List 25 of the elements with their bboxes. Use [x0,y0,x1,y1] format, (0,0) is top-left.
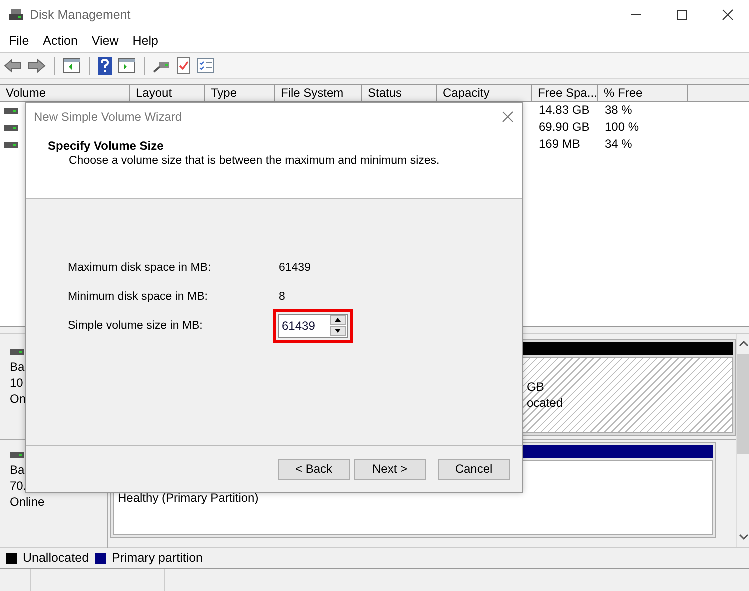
wizard-description: Choose a volume size that is between the maximum and minimum sizes. [68,155,441,167]
legend-label: Unallocated [23,551,90,565]
table-cell: 100 % [605,120,640,134]
disk-info-text: Ba [10,359,26,375]
field-value: 8 [279,290,286,302]
field-label: Minimum disk space in MB: [68,290,209,302]
partition-text: GB [527,379,546,395]
field-label: Simple volume size in MB: [68,320,204,332]
partition-text: Healthy (Primary Partition) [118,490,260,506]
field-value: 61439 [279,262,311,274]
disk-info-text: Ba [10,462,26,478]
disk-info-text: 10 [10,375,24,391]
table-cell: 34 % [605,137,632,151]
window-title: Disk Management [30,8,131,22]
legend-label: Primary partition [112,551,204,565]
table-cell: 169 MB [539,137,580,151]
dialog-title: New Simple Volume Wizard [34,110,182,124]
field-label: Maximum disk space in MB: [68,262,212,274]
table-cell: 14.83 GB [539,103,590,117]
wizard-heading: Specify Volume Size [48,139,165,153]
table-cell: 38 % [605,103,632,117]
partition-text: ocated [527,395,564,411]
table-cell: 69.90 GB [539,120,590,134]
disk-info-text: 70. [10,478,28,494]
disk-info-text: Online [10,494,46,510]
